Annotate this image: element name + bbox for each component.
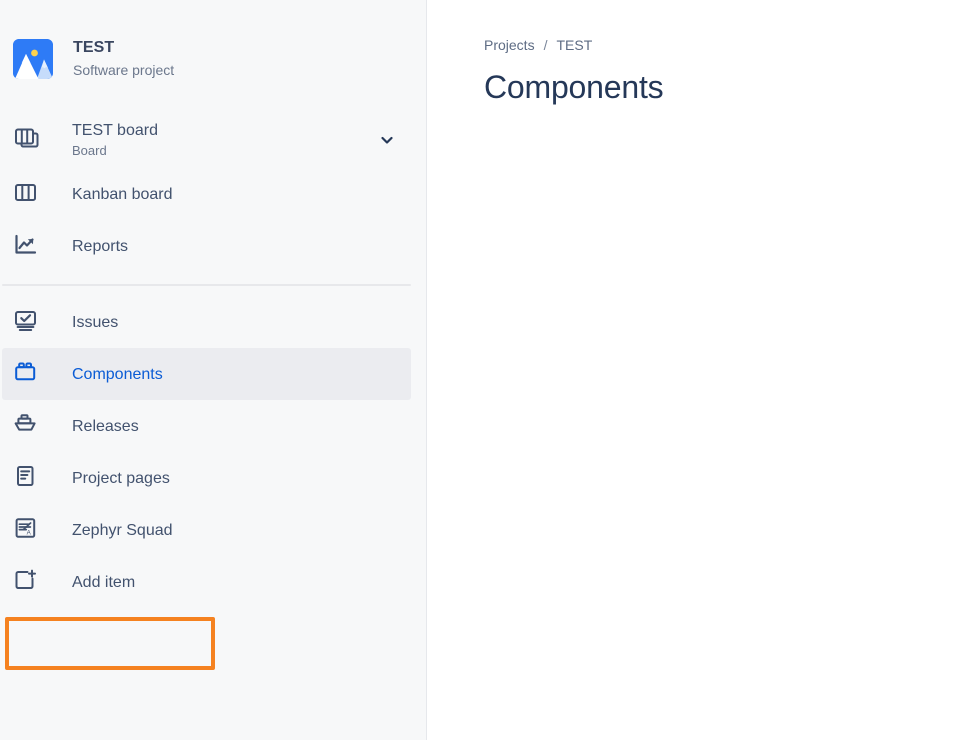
svg-text:A: A [27,529,32,536]
page-title: Components [484,69,664,105]
sidebar-item-components-text: Components [72,364,163,385]
breadcrumb-projects-link[interactable]: Projects [484,36,535,54]
sidebar-item-project-pages[interactable]: Project pages [2,452,411,504]
stacked-board-icon [13,126,49,154]
sidebar-item-label: Reports [72,237,129,255]
sidebar-item-label: Zephyr Squad [72,521,173,539]
app-root: TEST Software project TEST board Board K… [0,0,964,740]
sidebar-item-add-item-text: Add item [72,572,135,593]
project-meta: TEST Software project [73,38,174,80]
chevron-down-icon[interactable] [379,132,395,148]
sidebar-item-label: Releases [72,417,139,435]
project-type: Software project [73,62,175,78]
sidebar-item-label: Add item [72,573,136,591]
project-header[interactable]: TEST Software project [0,28,426,90]
sidebar-item-components[interactable]: Components [2,348,411,400]
sidebar-item-issues-text: Issues [72,312,118,333]
sidebar-item-project-pages-text: Project pages [72,468,170,489]
sidebar-item-sublabel: Board [72,143,107,158]
project-sidebar: TEST Software project TEST board Board K… [0,0,427,740]
project-name: TEST [73,39,115,56]
add-square-plus-icon [13,568,49,596]
board-icon [13,180,49,208]
annotation-highlight-zephyr-squad [5,617,215,670]
sidebar-item-add-item[interactable]: Add item [2,556,411,608]
sidebar-item-zephyr-text: Zephyr Squad [72,520,173,541]
sidebar-item-reports-text: Reports [72,236,128,257]
breadcrumb-separator: / [543,37,548,53]
sidebar-item-releases-text: Releases [72,416,139,437]
sidebar-divider [2,284,411,286]
ship-icon [13,412,49,440]
zephyr-wing-icon: A [13,516,49,544]
trend-chart-icon [13,232,49,260]
sidebar-item-label: Kanban board [72,185,173,203]
main-content: Projects / TEST Components [427,0,964,740]
sidebar-item-reports[interactable]: Reports [2,220,411,272]
sidebar-item-zephyr-squad[interactable]: A Zephyr Squad [2,504,411,556]
sidebar-item-releases[interactable]: Releases [2,400,411,452]
sidebar-item-kanban-board[interactable]: Kanban board [2,168,411,220]
sidebar-item-label: Issues [72,313,119,331]
issues-checkmark-icon [13,308,49,336]
page-lines-icon [13,464,49,492]
sidebar-item-label: Components [72,365,163,383]
breadcrumb-project-link[interactable]: TEST [556,36,592,54]
sidebar-item-issues[interactable]: Issues [2,296,411,348]
sidebar-item-test-board-text: TEST board Board [72,120,158,160]
project-avatar [13,39,53,79]
breadcrumb: Projects / TEST [484,36,964,54]
sidebar-item-label: TEST board [72,122,158,139]
component-brick-icon [13,360,49,388]
main-inner: Projects / TEST Components [427,0,964,106]
mountain-image-icon [13,39,53,79]
sidebar-item-label: Project pages [72,469,170,487]
sidebar-item-test-board[interactable]: TEST board Board [2,112,411,168]
sidebar-item-kanban-text: Kanban board [72,184,173,205]
